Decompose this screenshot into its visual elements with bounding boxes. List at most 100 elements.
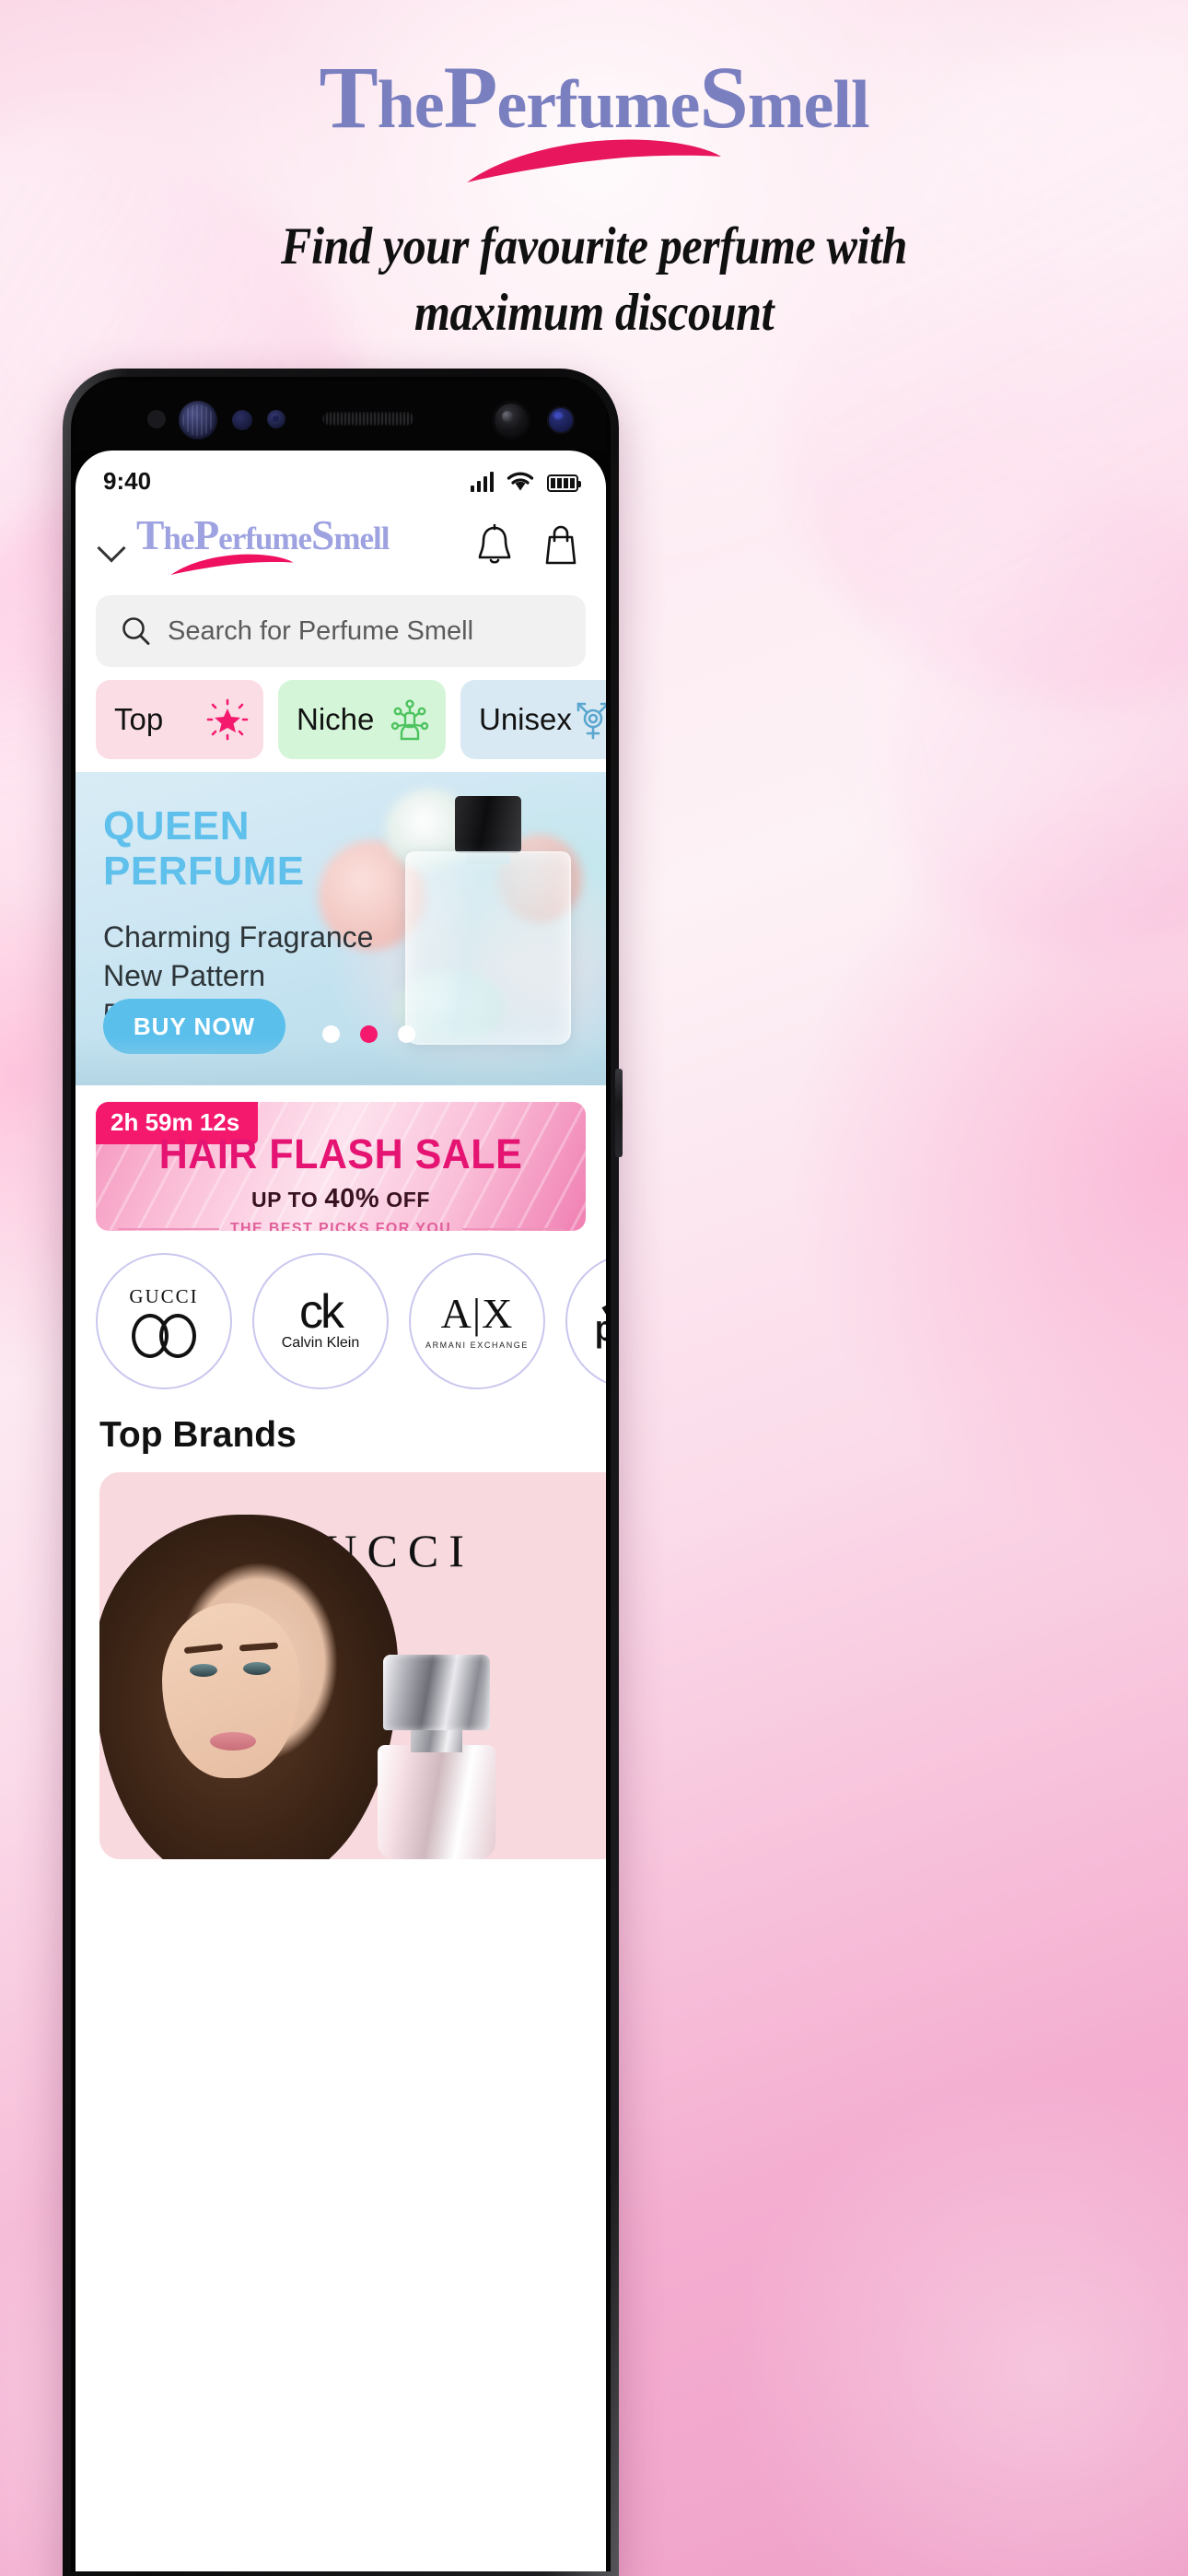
brand-gucci-wordmark: GUCCI [129, 1284, 199, 1307]
iris-scanner-icon [179, 401, 217, 439]
tagline-line-2: maximum discount [413, 283, 775, 342]
app-header-logo[interactable]: ThePerfumeSmell [133, 514, 468, 576]
power-button[interactable] [615, 1069, 623, 1157]
flash-footer-text: THE BEST PICKS FOR YOU [229, 1221, 452, 1231]
product-bottle-cap [383, 1655, 490, 1730]
divider-line-left [117, 1228, 219, 1230]
flash-upto-prefix: UP TO [250, 1188, 325, 1212]
phone-body: 9:40 ThePerfumeSmell Search for Perfume … [71, 377, 611, 2571]
hero-logo-p: P [443, 48, 498, 146]
hero-logo-the-t: T [319, 48, 378, 146]
secondary-camera-icon [547, 406, 575, 434]
eye-left [190, 1664, 217, 1677]
top-brands-title: Top Brands [99, 1415, 297, 1455]
top-brands-row: GUCCI GUCCI [76, 1456, 606, 1859]
chip-unisex[interactable]: Unisex [460, 680, 606, 759]
search-input[interactable]: Search for Perfume Smell [168, 616, 473, 647]
banner-title-line-2: PERFUME [103, 849, 305, 895]
banner-perfume-bottle [405, 851, 571, 1045]
signal-bars-icon [471, 472, 494, 492]
earpiece-speaker-icon [322, 412, 414, 426]
gucci-gg-icon [132, 1313, 196, 1358]
brand-ck-subtext: Calvin Klein [281, 1335, 360, 1352]
hero-logo-the-he: he [377, 67, 445, 143]
brand-ax-subtext: ARMANI EXCHANGE [425, 1341, 529, 1350]
app-logo-erfume: erfume [218, 521, 312, 557]
wifi-icon [507, 472, 534, 491]
app-logo-the-he: he [163, 521, 194, 557]
hero-logo-erfume: erfume [496, 67, 700, 143]
app-logo-s: S [311, 511, 334, 559]
brand-circle-calvin-klein[interactable]: ck Calvin Klein [252, 1253, 389, 1389]
app-header-icons [473, 522, 582, 568]
app-header: ThePerfumeSmell [76, 501, 606, 586]
brand-circle-armani-exchange[interactable]: A|X ARMANI EXCHANGE [409, 1253, 545, 1389]
phone-screen: 9:40 ThePerfumeSmell Search for Perfume … [76, 451, 606, 2571]
hero-logo-mell: mell [747, 67, 870, 143]
flash-sale-section: 2h 59m 12s HAIR FLASH SALE UP TO 40% OFF… [76, 1085, 606, 1231]
brand-puma-wordmark: puma [595, 1307, 606, 1350]
tagline-line-1: Find your favourite perfume with [281, 217, 907, 275]
app-logo-mell: mell [333, 521, 390, 557]
status-icons [471, 471, 581, 492]
eyebrow-left [183, 1643, 224, 1655]
model-portrait [99, 1515, 398, 1859]
category-chips: Top Niche Unisex [76, 667, 606, 759]
top-brand-card[interactable]: GUCCI [99, 1472, 606, 1859]
brand-circles-row: GUCCI ck Calvin Klein A|X ARMANI EXCHANG… [76, 1231, 606, 1389]
lips [210, 1732, 256, 1751]
sparkle-star-icon [206, 698, 249, 741]
chip-niche[interactable]: Niche [278, 680, 446, 759]
carousel-dot[interactable] [398, 1025, 415, 1043]
divider-line-right [462, 1228, 565, 1230]
banner-bottle-cap [455, 796, 521, 853]
buy-now-button[interactable]: BUY NOW [103, 999, 285, 1054]
flash-upto-value: 40% [324, 1184, 380, 1213]
shopping-bag-icon[interactable] [540, 522, 582, 568]
brand-ck-wordmark: ck [299, 1284, 344, 1339]
banner-sub-line-1: Charming Fragrance [103, 920, 374, 954]
chevron-down-icon[interactable] [96, 530, 127, 561]
hero-brand-logo: ThePerfumeSmell [0, 53, 1188, 184]
proximity-sensor-icon [147, 410, 166, 428]
product-bottle [378, 1745, 495, 1859]
chip-niche-label: Niche [297, 702, 375, 736]
chip-top-label: Top [114, 702, 164, 736]
app-logo-wordmark: ThePerfumeSmell [136, 514, 390, 557]
banner-sub-line-2: New Pattern [103, 959, 266, 993]
promo-banner[interactable]: QUEEN PERFUME Charming Fragrance New Pat… [76, 772, 606, 1085]
carousel-dot-active[interactable] [360, 1025, 378, 1043]
flash-sale-banner[interactable]: 2h 59m 12s HAIR FLASH SALE UP TO 40% OFF… [96, 1102, 586, 1231]
niche-person-icon [390, 699, 429, 741]
search-icon [122, 617, 150, 645]
battery-icon [547, 474, 581, 492]
light-sensor-icon [232, 410, 252, 430]
flash-sale-footer: THE BEST PICKS FOR YOU [96, 1221, 586, 1231]
eye-right [243, 1662, 271, 1675]
phone-top-bezel [76, 381, 606, 451]
app-logo-the-t: T [136, 511, 164, 559]
ir-sensor-icon [267, 410, 285, 428]
flash-sale-discount: UP TO 40% OFF [96, 1184, 586, 1214]
carousel-dot[interactable] [322, 1025, 340, 1043]
bell-icon[interactable] [473, 522, 516, 568]
flash-upto-suffix: OFF [379, 1188, 431, 1212]
banner-title-line-1: QUEEN [103, 803, 250, 849]
chip-unisex-label: Unisex [479, 702, 572, 736]
hero-logo-s: S [699, 48, 748, 146]
brand-circle-gucci[interactable]: GUCCI [96, 1253, 232, 1389]
unisex-gender-icon [577, 702, 606, 740]
brand-ax-wordmark: A|X [440, 1290, 514, 1337]
chip-top[interactable]: Top [96, 680, 263, 759]
app-logo-p: P [193, 511, 219, 559]
eyebrow-right [239, 1642, 279, 1652]
hero-logo-wordmark: ThePerfumeSmell [319, 53, 870, 143]
status-bar: 9:40 [76, 451, 606, 501]
hero-tagline: Find your favourite perfume with maximum… [120, 214, 1068, 346]
search-bar[interactable]: Search for Perfume Smell [96, 595, 586, 667]
front-camera-icon [492, 401, 530, 439]
banner-title: QUEEN PERFUME [103, 803, 305, 895]
flash-sale-title: HAIR FLASH SALE [158, 1130, 523, 1178]
status-time: 9:40 [103, 467, 152, 495]
brand-circle-puma[interactable]: puma [565, 1253, 606, 1389]
